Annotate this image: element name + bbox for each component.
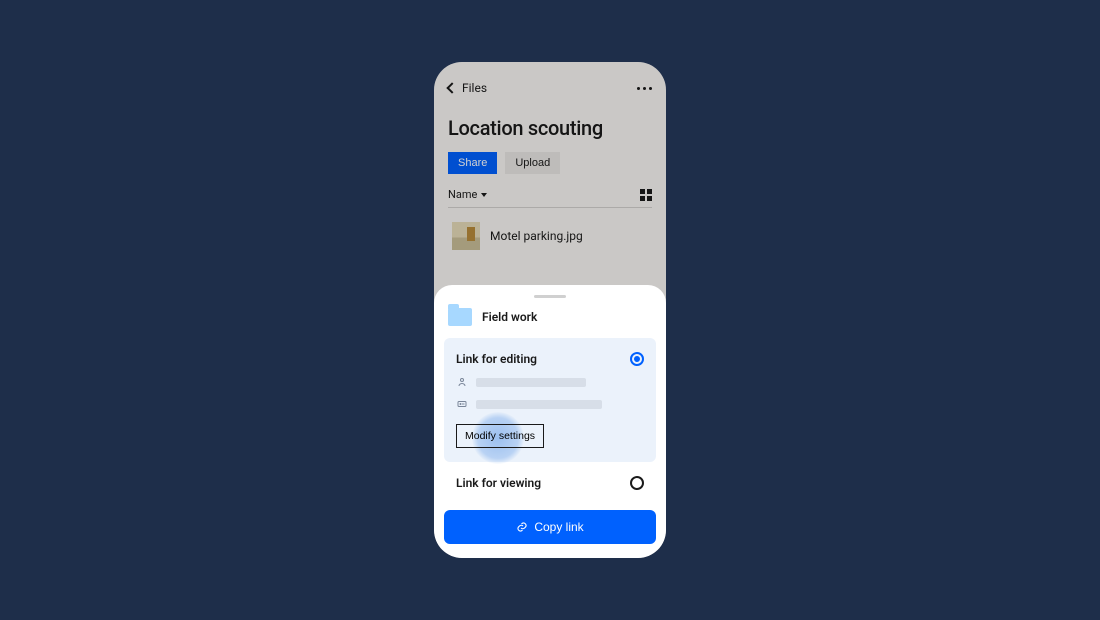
link-viewing-label: Link for viewing <box>456 476 541 490</box>
drag-handle[interactable] <box>534 295 566 298</box>
file-thumbnail <box>452 222 480 250</box>
link-editing-card[interactable]: Link for editing Modify settings <box>444 338 656 462</box>
link-editing-label: Link for editing <box>456 352 537 366</box>
back-button[interactable]: Files <box>448 81 487 95</box>
file-row[interactable]: Motel parking.jpg <box>448 222 652 250</box>
grid-view-button[interactable] <box>640 189 652 201</box>
person-icon <box>456 376 468 388</box>
screen-background: Files Location scouting Share Upload Nam… <box>434 62 666 250</box>
page-title: Location scouting <box>448 116 652 140</box>
radio-editing[interactable] <box>630 352 644 366</box>
sort-button[interactable]: Name <box>448 188 487 201</box>
share-sheet: Field work Link for editing <box>434 285 666 558</box>
placeholder-line <box>476 400 602 409</box>
link-viewing-row[interactable]: Link for viewing <box>444 462 656 494</box>
password-icon <box>456 398 468 410</box>
back-label: Files <box>462 81 487 95</box>
modify-settings-button[interactable]: Modify settings <box>456 424 544 448</box>
device-frame: Files Location scouting Share Upload Nam… <box>434 62 666 558</box>
more-options-button[interactable] <box>637 87 652 90</box>
folder-icon <box>448 308 472 326</box>
copy-link-label: Copy link <box>534 520 583 534</box>
meta-permissions-row <box>456 376 644 388</box>
caret-down-icon <box>481 193 487 197</box>
upload-button[interactable]: Upload <box>505 152 560 174</box>
meta-password-row <box>456 398 644 410</box>
action-row: Share Upload <box>448 152 652 174</box>
sheet-folder-name: Field work <box>482 310 537 324</box>
share-button[interactable]: Share <box>448 152 497 174</box>
file-name: Motel parking.jpg <box>490 229 583 243</box>
sort-label: Name <box>448 188 477 201</box>
link-icon <box>516 521 528 533</box>
radio-selected-icon <box>634 356 640 362</box>
copy-link-button[interactable]: Copy link <box>444 510 656 544</box>
sort-row: Name <box>448 188 652 208</box>
placeholder-line <box>476 378 586 387</box>
chevron-left-icon <box>446 82 457 93</box>
top-bar: Files <box>448 76 652 100</box>
sheet-header: Field work <box>444 308 656 338</box>
radio-viewing[interactable] <box>630 476 644 490</box>
